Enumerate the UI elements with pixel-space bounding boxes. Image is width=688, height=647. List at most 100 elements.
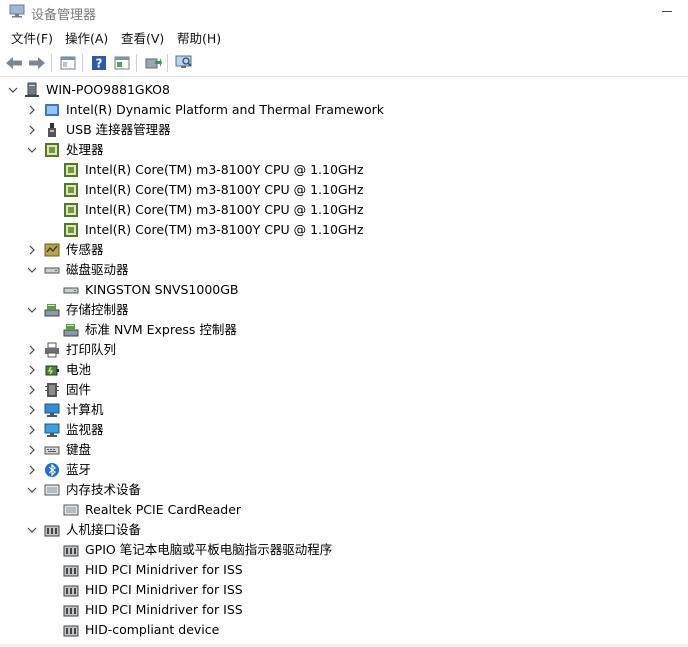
forward-icon (29, 57, 45, 69)
tree-category-14[interactable]: 固件 (27, 380, 688, 400)
chevron-right-icon[interactable] (27, 445, 37, 455)
forward-button[interactable] (27, 54, 47, 72)
tree-device-26[interactable]: HID-compliant device (46, 620, 688, 640)
chevron-right-icon[interactable] (27, 245, 37, 255)
tree-device-24[interactable]: HID PCI Minidriver for ISS (46, 580, 688, 600)
tree-device-4[interactable]: Intel(R) Core(TM) m3-8100Y CPU @ 1.10GHz (46, 180, 688, 200)
processor-icon (45, 143, 59, 157)
memory-device-icon (63, 504, 79, 516)
menu-item-1[interactable]: 操作(A) (65, 30, 108, 48)
menu-item-3[interactable]: 帮助(H) (177, 30, 221, 48)
chevron-right-icon[interactable] (27, 405, 37, 415)
computer-root-icon (25, 82, 39, 97)
tree-device-3[interactable]: Intel(R) Core(TM) m3-8100Y CPU @ 1.10GHz (46, 160, 688, 180)
chevron-right-icon[interactable] (27, 425, 37, 435)
scan-hardware-button[interactable] (174, 54, 194, 72)
tree-category-15[interactable]: 计算机 (27, 400, 688, 420)
tree-category-1[interactable]: USB 连接器管理器 (27, 120, 688, 140)
printer-icon (45, 342, 59, 358)
hid-icon (63, 545, 79, 557)
back-button[interactable] (4, 54, 24, 72)
action-view-icon (114, 56, 130, 70)
tree-device-23[interactable]: HID PCI Minidriver for ISS (46, 560, 688, 580)
tree-category-19[interactable]: 内存技术设备 (27, 480, 688, 500)
tree-item-label: 存储控制器 (66, 302, 129, 317)
firmware-icon (45, 383, 59, 397)
tree-item-label: KINGSTON SNVS1000GB (85, 282, 239, 297)
tree-item-label: 磁盘驱动器 (66, 262, 129, 277)
tree-category-18[interactable]: 蓝牙 (27, 460, 688, 480)
chevron-down-icon[interactable] (8, 85, 18, 95)
properties-view-icon (60, 56, 76, 70)
computer-icon (44, 403, 60, 417)
tree-item-label: GPIO 笔记本电脑或平板电脑指示器驱动程序 (85, 542, 333, 557)
tree-category-7[interactable]: 传感器 (27, 240, 688, 260)
keyboard-icon (44, 446, 60, 455)
menu-bar: 文件(F) 操作(A) 查看(V) 帮助(H) (0, 28, 688, 50)
chevron-down-icon[interactable] (27, 305, 37, 315)
tree-item-label: 计算机 (66, 402, 104, 417)
properties-view-button[interactable] (58, 54, 78, 72)
tree-category-10[interactable]: 存储控制器 (27, 300, 688, 320)
processor-icon (64, 223, 78, 237)
tree-category-8[interactable]: 磁盘驱动器 (27, 260, 688, 280)
tree-category-0[interactable]: Intel(R) Dynamic Platform and Thermal Fr… (27, 100, 688, 120)
tree-category-13[interactable]: 电池 (27, 360, 688, 380)
tree-category-2[interactable]: 处理器 (27, 140, 688, 160)
tree-item-label: Intel(R) Core(TM) m3-8100Y CPU @ 1.10GHz (85, 182, 364, 197)
chevron-down-icon[interactable] (27, 265, 37, 275)
tree-item-label: HID PCI Minidriver for ISS (85, 562, 243, 577)
update-driver-button[interactable] (143, 54, 163, 72)
tree-device-9[interactable]: KINGSTON SNVS1000GB (46, 280, 688, 300)
chevron-right-icon[interactable] (27, 345, 37, 355)
tree-device-25[interactable]: HID PCI Minidriver for ISS (46, 600, 688, 620)
monitor-icon (44, 423, 60, 437)
help-button[interactable]: ? (89, 54, 109, 72)
scan-hardware-icon (175, 55, 192, 68)
tree-root[interactable]: WIN-POO9881GKO8 (8, 80, 688, 100)
tree-device-6[interactable]: Intel(R) Core(TM) m3-8100Y CPU @ 1.10GHz (46, 220, 688, 240)
tree-item-label: 处理器 (66, 142, 104, 157)
menu-item-2[interactable]: 查看(V) (121, 30, 164, 48)
hid-icon (63, 585, 79, 597)
processor-icon (64, 183, 78, 197)
tree-category-21[interactable]: 人机接口设备 (27, 520, 688, 540)
hid-icon (63, 625, 79, 637)
memory-device-icon (44, 484, 60, 496)
chevron-down-icon[interactable] (27, 525, 37, 535)
disk-drive-icon (44, 267, 60, 274)
tree-item-label: 蓝牙 (66, 462, 92, 477)
minimize-button[interactable] (652, 0, 688, 24)
tree-device-11[interactable]: 标准 NVM Express 控制器 (46, 320, 688, 340)
device-tree: WIN-POO9881GKO8 Intel(R) Dynamic Platfor… (0, 78, 688, 647)
chevron-right-icon[interactable] (27, 465, 37, 475)
tree-item-label: Intel(R) Core(TM) m3-8100Y CPU @ 1.10GHz (85, 162, 364, 177)
chevron-right-icon[interactable] (27, 365, 37, 375)
back-icon (6, 57, 22, 69)
tree-device-20[interactable]: Realtek PCIE CardReader (46, 500, 688, 520)
chevron-right-icon[interactable] (27, 105, 37, 115)
tree-category-17[interactable]: 键盘 (27, 440, 688, 460)
chevron-right-icon[interactable] (27, 125, 37, 135)
tree-item-label: Intel(R) Core(TM) m3-8100Y CPU @ 1.10GHz (85, 222, 364, 237)
action-view-button[interactable] (112, 54, 132, 72)
tree-item-label: 监视器 (66, 422, 104, 437)
tree-item-label: Realtek PCIE CardReader (85, 502, 242, 517)
tree-item-label: 电池 (66, 362, 92, 377)
usb-icon (48, 123, 56, 137)
chevron-right-icon[interactable] (27, 385, 37, 395)
tree-device-5[interactable]: Intel(R) Core(TM) m3-8100Y CPU @ 1.10GHz (46, 200, 688, 220)
tree-category-12[interactable]: 打印队列 (27, 340, 688, 360)
tree-item-label: Intel(R) Core(TM) m3-8100Y CPU @ 1.10GHz (85, 202, 364, 217)
disk-drive-icon (63, 287, 79, 294)
tree-item-label: 打印队列 (66, 342, 117, 357)
tree-item-label: 键盘 (66, 442, 92, 457)
tree-device-22[interactable]: GPIO 笔记本电脑或平板电脑指示器驱动程序 (46, 540, 688, 560)
hid-icon (44, 525, 60, 537)
tree-category-16[interactable]: 监视器 (27, 420, 688, 440)
chevron-down-icon[interactable] (27, 485, 37, 495)
menu-item-0[interactable]: 文件(F) (11, 30, 53, 48)
tree-item-label: 标准 NVM Express 控制器 (85, 322, 237, 337)
chevron-down-icon[interactable] (27, 145, 37, 155)
tree-item-label: 内存技术设备 (66, 482, 142, 497)
